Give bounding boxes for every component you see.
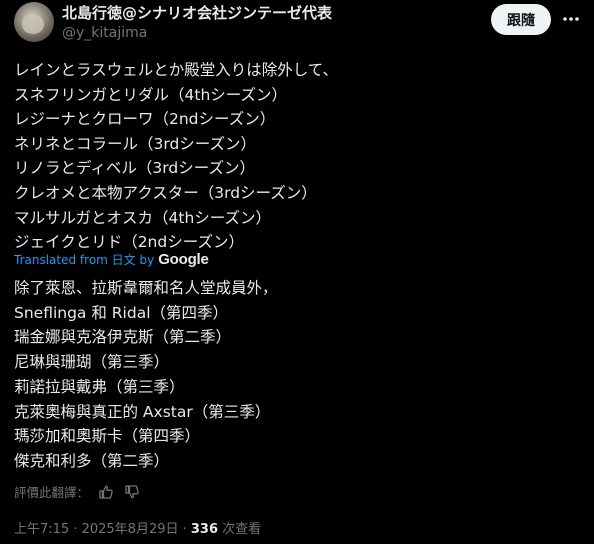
translated-line: 尼琳與珊瑚（第三季） xyxy=(14,353,170,372)
views-label: 次查看 xyxy=(218,522,262,537)
post-line: ネリネとコラール（3rdシーズン） xyxy=(14,134,257,153)
more-options-button[interactable] xyxy=(560,8,582,30)
translated-line: 傑克和利多（第二季） xyxy=(14,451,170,470)
translated-line: 除了萊恩、拉斯韋爾和名人堂成員外， xyxy=(14,279,278,297)
translation-note: Translated from 日文 by xyxy=(14,253,155,267)
more-icon xyxy=(563,17,579,21)
post-line: レジーナとクローワ（2ndシーズン） xyxy=(14,110,276,129)
post-line: スネフリンガとリダル（4thシーズン） xyxy=(14,85,287,104)
translated-line: 瑪莎加和奧斯卡（第四季） xyxy=(14,427,201,446)
avatar-image xyxy=(22,14,44,34)
avatar[interactable] xyxy=(14,2,54,42)
post-meta: 上午7:15 · 2025年8月29日 · 336 次查看 xyxy=(14,521,261,539)
follow-button[interactable]: 跟隨 xyxy=(491,4,551,35)
author-handle[interactable]: @y_kitajima xyxy=(62,24,147,42)
translated-line: 克萊奧梅與真正的 Axstar（第三季） xyxy=(14,402,271,421)
thumbs-up-icon[interactable] xyxy=(97,483,115,501)
translation-attribution[interactable]: Translated from 日文 by Google xyxy=(14,252,209,268)
translated-line: Sneflinga 和 Ridal（第四季） xyxy=(14,303,229,322)
tweet: 北島行徳@シナリオ会社ジンテーゼ代表 @y_kitajima 跟隨 レインとラス… xyxy=(0,0,594,544)
post-line: リノラとディベル（3rdシーズン） xyxy=(14,159,255,178)
post-line: クレオメと本物アクスター（3rdシーズン） xyxy=(14,183,317,202)
google-logo: Google xyxy=(158,251,209,268)
rate-translation: 評價此翻譯： xyxy=(14,482,141,501)
post-line: レインとラスウェルとか殿堂入りは除外して、 xyxy=(14,61,338,79)
translated-line: 莉諾拉與戴弗（第三季） xyxy=(14,377,185,396)
timestamp[interactable]: 上午7:15 · 2025年8月29日 · xyxy=(14,522,191,537)
translated-line: 瑞金娜與克洛伊克斯（第二季） xyxy=(14,328,232,347)
rate-translation-label: 評價此翻譯： xyxy=(14,485,90,500)
author-name[interactable]: 北島行徳@シナリオ会社ジンテーゼ代表 xyxy=(62,3,332,23)
views-count: 336 xyxy=(190,522,219,537)
post-line: マルサルガとオスカ（4thシーズン） xyxy=(14,208,272,227)
post-translated-text: 除了萊恩、拉斯韋爾和名人堂成員外， Sneflinga 和 Ridal（第四季）… xyxy=(14,276,584,474)
thumbs-down-icon[interactable] xyxy=(123,483,141,501)
post-original-text: レインとラスウェルとか殿堂入りは除外して、 スネフリンガとリダル（4thシーズン… xyxy=(14,58,584,255)
